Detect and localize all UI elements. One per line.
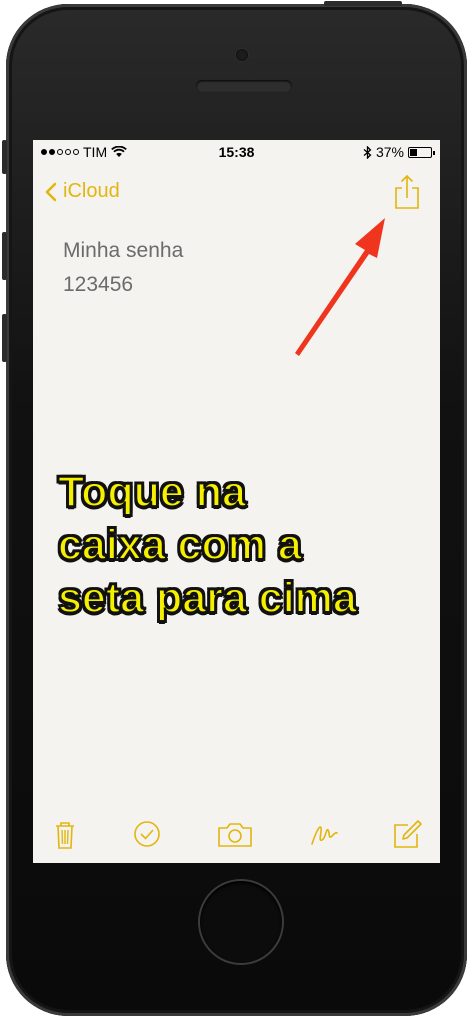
sketch-icon[interactable] bbox=[308, 818, 340, 850]
trash-icon[interactable] bbox=[49, 818, 81, 850]
caption-line-3: seta para cima bbox=[57, 573, 358, 623]
caption-line-2: caixa com a bbox=[57, 520, 303, 570]
home-button[interactable] bbox=[200, 881, 282, 963]
notes-screen: TIM 15:38 37% iCloud Minha senha 123456 bbox=[33, 140, 440, 863]
mute-switch bbox=[2, 140, 7, 174]
volume-up-button bbox=[2, 232, 7, 280]
compose-icon[interactable] bbox=[391, 818, 423, 850]
front-camera bbox=[236, 49, 248, 61]
volume-down-button bbox=[2, 314, 7, 362]
caption-line-1: Toque na bbox=[57, 467, 247, 517]
instruction-caption: Toque na caixa com a seta para cima bbox=[57, 466, 358, 625]
bottom-toolbar bbox=[33, 810, 440, 858]
checklist-icon[interactable] bbox=[131, 818, 163, 850]
power-button bbox=[324, 1, 402, 6]
camera-icon[interactable] bbox=[216, 818, 254, 850]
earpiece-speaker bbox=[196, 80, 292, 92]
